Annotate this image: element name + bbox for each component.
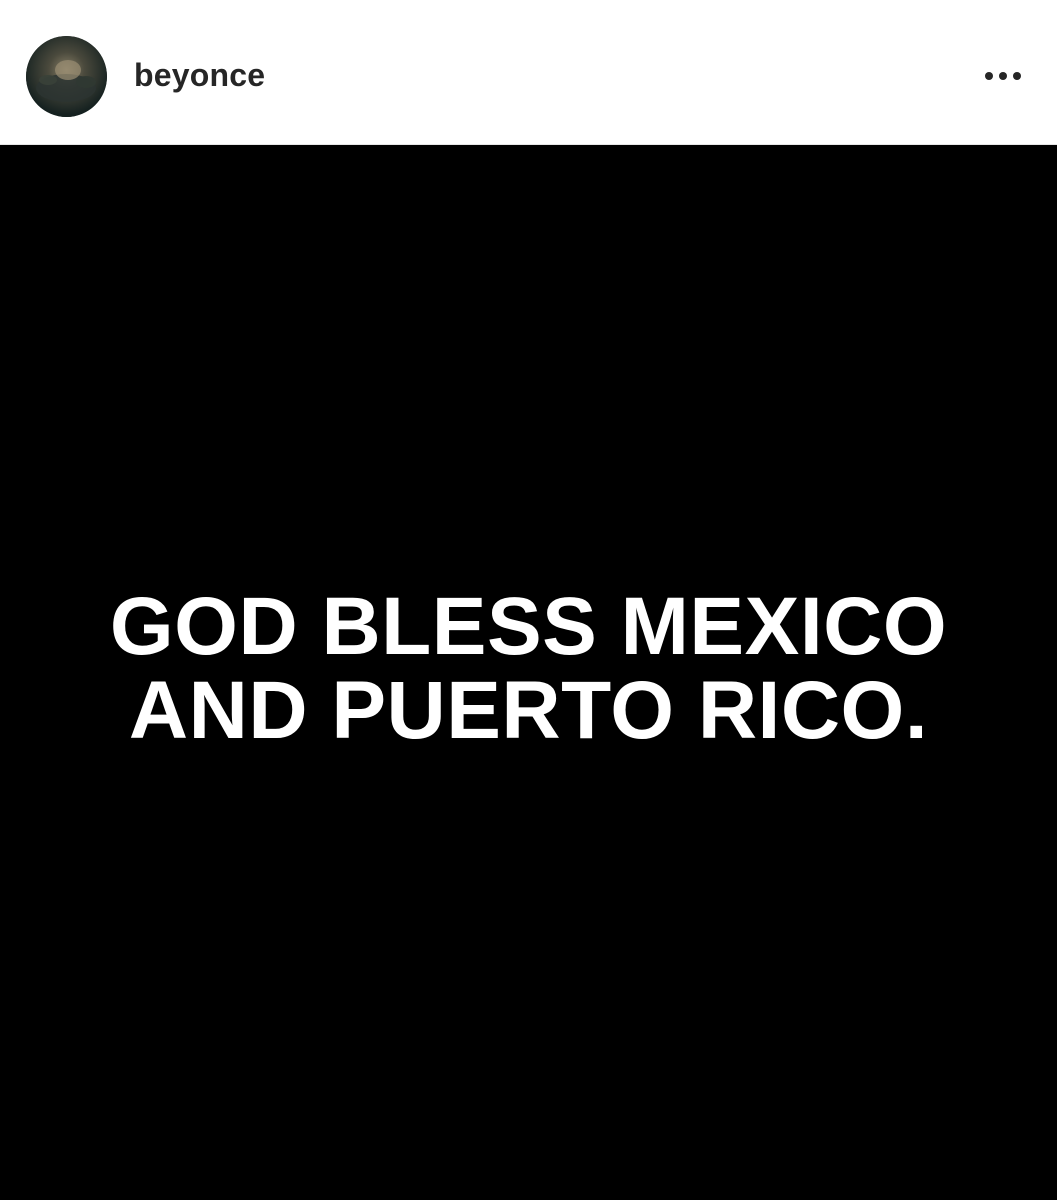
post-header: beyonce: [0, 0, 1057, 145]
image-text-line-1: GOD BLESS MEXICO: [109, 581, 948, 672]
image-text-line-2: AND PUERTO RICO.: [128, 665, 929, 756]
username-link[interactable]: beyonce: [134, 55, 265, 95]
instagram-post: beyonce GOD BLESS MEXICO AND PUERTO RICO…: [0, 0, 1057, 1200]
profile-photo-icon: [26, 36, 107, 117]
more-options-button[interactable]: [978, 56, 1028, 96]
post-image-text: GOD BLESS MEXICO AND PUERTO RICO.: [0, 585, 1057, 753]
avatar[interactable]: [26, 36, 107, 117]
more-options-icon: [985, 72, 1021, 80]
